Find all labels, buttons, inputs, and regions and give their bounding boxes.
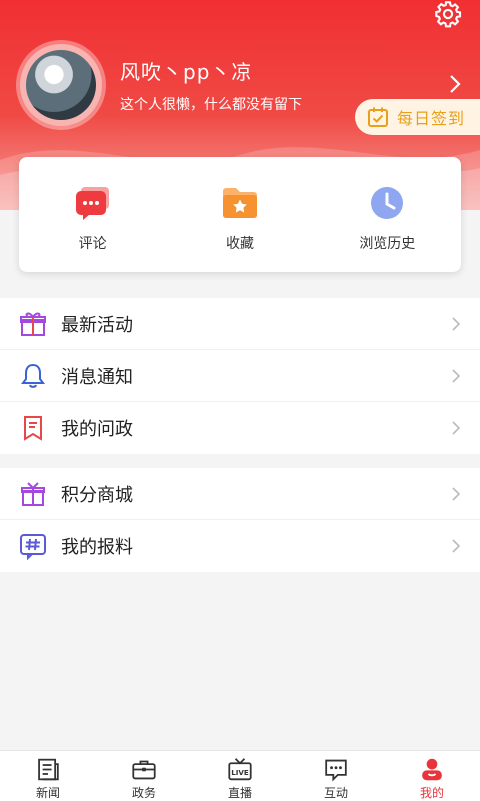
user-icon (422, 758, 442, 781)
menu-item-label: 积分商城 (61, 484, 133, 506)
menu-item-label: 消息通知 (61, 366, 133, 388)
settings-gear-icon[interactable] (434, 0, 462, 28)
bookmark-icon (24, 416, 42, 441)
daily-checkin-button[interactable]: 每日签到 (355, 99, 480, 135)
quick-action-label: 评论 (78, 236, 107, 252)
favorites-folder-icon (222, 188, 257, 218)
gift-box-icon (21, 481, 45, 506)
chevron-right-icon (452, 487, 460, 501)
menu-item-my-inquiries[interactable]: 我的问政 (0, 402, 480, 454)
comment-icon (75, 187, 109, 220)
menu-item-label: 我的报料 (61, 537, 133, 558)
tab-government[interactable]: 政务 (96, 751, 192, 801)
profile-chevron-right-icon[interactable] (448, 74, 462, 94)
tab-mine[interactable]: 我的 (384, 751, 480, 801)
menu-item-latest-events[interactable]: 最新活动 (0, 298, 480, 350)
tab-label: 新闻 (35, 786, 60, 800)
hashtag-icon (20, 534, 46, 560)
menu-item-my-reports[interactable]: 我的报料 (0, 520, 480, 572)
tab-interact[interactable]: 互动 (288, 751, 384, 801)
tab-live[interactable]: LIVE 直播 (192, 751, 288, 801)
tab-label: 政务 (131, 786, 156, 800)
user-bio: 这个人很懒，什么都没有留下 (120, 97, 302, 113)
menu-item-points-mall[interactable]: 积分商城 (0, 468, 480, 520)
avatar-image (26, 50, 96, 120)
quick-action-favorites[interactable]: 收藏 (166, 157, 313, 272)
live-tv-icon: LIVE (228, 758, 252, 781)
newspaper-icon (38, 758, 59, 781)
tab-label: 互动 (323, 786, 348, 800)
menu-item-notifications[interactable]: 消息通知 (0, 350, 480, 402)
menu-group-1: 最新活动 消息通知 我的问政 (0, 298, 480, 454)
tab-news[interactable]: 新闻 (0, 751, 96, 801)
calendar-check-icon (368, 107, 388, 127)
svg-text:LIVE: LIVE (231, 768, 249, 777)
quick-action-label: 收藏 (225, 236, 254, 252)
menu-group-2: 积分商城 我的报料 (0, 468, 480, 572)
chat-icon (325, 759, 347, 782)
tab-label: 我的 (419, 786, 444, 800)
tab-label: 直播 (227, 786, 252, 800)
avatar[interactable] (20, 44, 102, 126)
quick-action-history[interactable]: 浏览历史 (314, 157, 461, 272)
bottom-tab-bar: 新闻 政务 LIVE 直播 互动 我的 (0, 750, 480, 801)
bell-icon (21, 363, 45, 388)
menu-item-label: 最新活动 (61, 314, 133, 336)
chevron-right-icon (452, 317, 460, 331)
briefcase-icon (132, 760, 156, 780)
gift-icon (20, 312, 46, 336)
username[interactable]: 风吹丶pp丶凉 (120, 56, 252, 85)
quick-action-label: 浏览历史 (359, 236, 416, 252)
chevron-right-icon (452, 369, 460, 383)
chevron-right-icon (452, 421, 460, 435)
menu-item-label: 我的问政 (61, 419, 133, 440)
quick-action-comments[interactable]: 评论 (19, 157, 166, 272)
chevron-right-icon (452, 539, 460, 553)
history-clock-icon (371, 187, 404, 219)
quick-actions-card: 评论 收藏 浏览历史 (19, 157, 461, 272)
checkin-label: 每日签到 (397, 109, 466, 128)
